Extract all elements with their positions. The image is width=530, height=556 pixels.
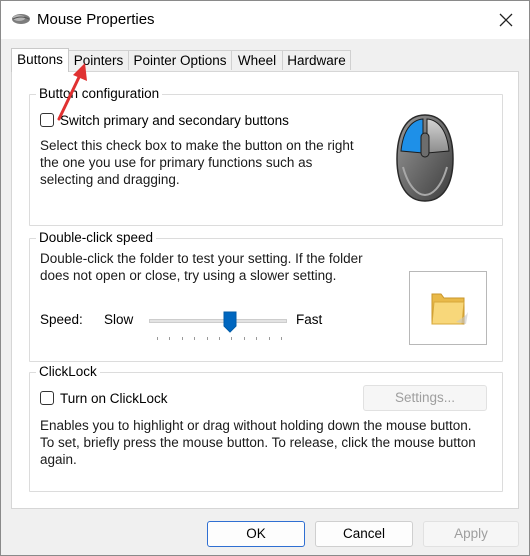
cancel-button[interactable]: Cancel xyxy=(315,521,413,547)
speed-slider-track[interactable] xyxy=(149,319,287,323)
button-config-description-line-3: selecting and dragging. xyxy=(40,172,180,187)
tab-buttons[interactable]: Buttons xyxy=(11,48,69,72)
slider-tick xyxy=(206,337,208,340)
slider-tick xyxy=(281,337,282,340)
clicklock-description-line-1: Enables you to highlight or drag without… xyxy=(40,418,472,433)
folder-icon xyxy=(431,293,468,325)
mouse-illustration xyxy=(396,114,454,202)
slider-tick xyxy=(194,337,196,340)
switch-buttons-label[interactable]: Switch primary and secondary buttons xyxy=(60,112,289,129)
group-label-clicklock: ClickLock xyxy=(36,364,100,380)
title-bar: Mouse Properties xyxy=(1,1,529,39)
clicklock-settings-button[interactable]: Settings... xyxy=(363,385,487,411)
clicklock-description-line-2: To set, briefly press the mouse button. … xyxy=(40,435,476,450)
test-folder[interactable] xyxy=(409,271,487,345)
close-button[interactable] xyxy=(483,1,529,39)
window-title: Mouse Properties xyxy=(37,11,155,28)
apply-button[interactable]: Apply xyxy=(423,521,519,547)
speed-label: Speed: xyxy=(40,312,83,327)
clicklock-description-line-3: again. xyxy=(40,452,77,467)
tab-pointers[interactable]: Pointers xyxy=(68,50,129,70)
close-icon xyxy=(499,13,513,27)
switch-buttons-checkbox[interactable] xyxy=(40,113,54,127)
mouse-properties-window: Mouse Properties Buttons Pointers Pointe… xyxy=(0,0,530,556)
slider-tick xyxy=(219,337,220,340)
double-click-description-line-2: does not open or close, try using a slow… xyxy=(40,268,337,283)
group-label-button-configuration: Button configuration xyxy=(36,86,163,102)
button-config-description-line-2: the one you use for primary functions su… xyxy=(40,155,313,170)
slow-label: Slow xyxy=(104,312,134,327)
slider-tick xyxy=(243,337,245,340)
mouse-preview xyxy=(359,97,491,221)
speed-slider-thumb[interactable] xyxy=(223,311,237,333)
clicklock-checkbox[interactable] xyxy=(40,391,54,405)
slider-tick xyxy=(231,337,233,340)
tab-wheel[interactable]: Wheel xyxy=(231,50,283,70)
double-click-description-line-1: Double-click the folder to test your set… xyxy=(40,251,363,266)
mouse-icon xyxy=(12,14,30,24)
slider-tick xyxy=(181,337,183,340)
slider-tick xyxy=(256,337,258,340)
clicklock-label[interactable]: Turn on ClickLock xyxy=(60,390,168,407)
fast-label: Fast xyxy=(296,312,323,327)
button-config-description-line-1: Select this check box to make the button… xyxy=(40,138,354,153)
slider-tick xyxy=(157,337,158,340)
slider-tick xyxy=(169,337,171,340)
speed-slider-ticks xyxy=(157,337,282,341)
tab-hardware[interactable]: Hardware xyxy=(282,50,351,70)
tab-pointer-options[interactable]: Pointer Options xyxy=(128,50,232,70)
slider-tick xyxy=(268,337,270,340)
group-label-double-click-speed: Double-click speed xyxy=(36,230,157,246)
ok-button[interactable]: OK xyxy=(207,521,305,547)
